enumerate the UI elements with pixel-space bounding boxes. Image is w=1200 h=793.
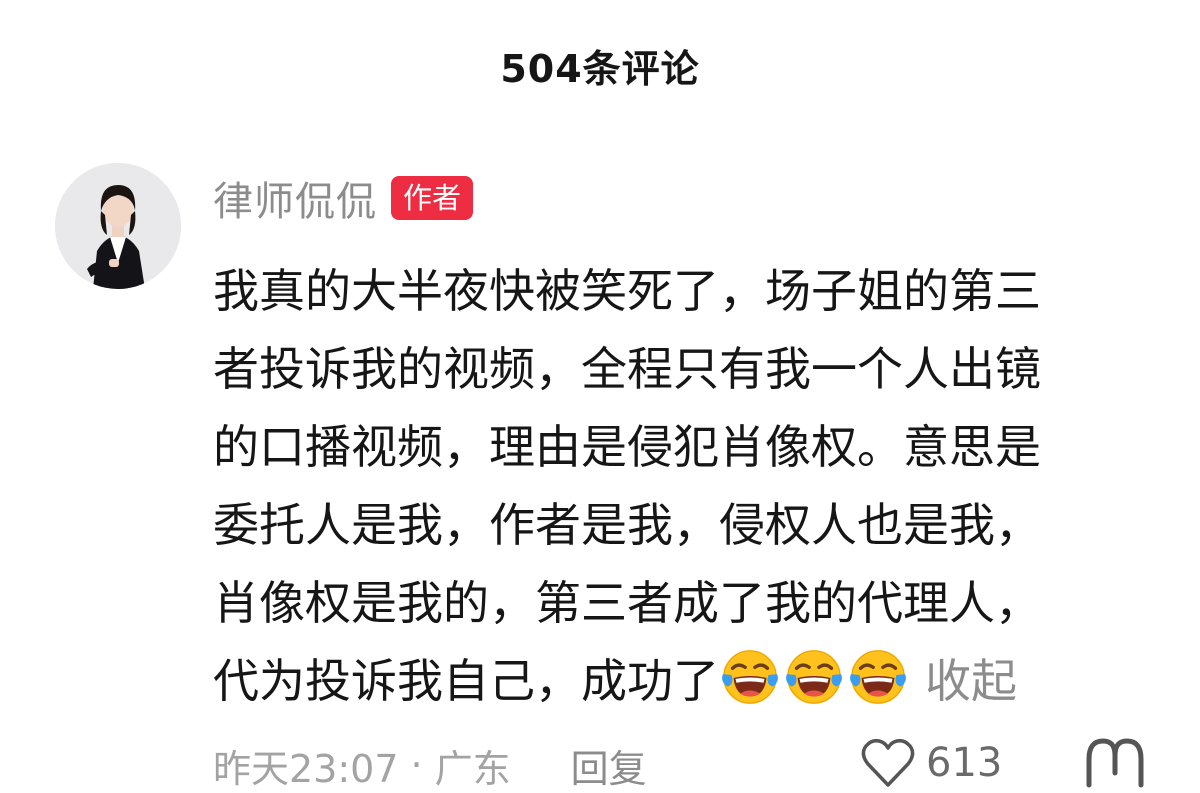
comment-line: 委托人是我，作者是我，侵权人也是我， (213, 498, 1041, 552)
tears-of-joy-emoji-icon (786, 650, 842, 704)
comment-line-text: 代为投诉我自己，成功了 (213, 654, 719, 708)
like-button[interactable]: 613 (860, 733, 1002, 793)
tears-of-joy-emoji-icon (850, 650, 906, 704)
tears-of-joy-emoji-icon (722, 650, 778, 704)
meta-separator: · (410, 743, 423, 787)
avatar-portrait-image (55, 163, 181, 289)
comment-time: 昨天23:07 (213, 746, 399, 791)
avatar[interactable] (55, 163, 181, 289)
like-count: 613 (926, 740, 1003, 786)
author-badge: 作者 (391, 176, 474, 220)
comment-line: 的口播视频，理由是侵犯肖像权。意思是 (213, 420, 1041, 474)
comment-line: 者投诉我的视频，全程只有我一个人出镜 (213, 342, 1041, 396)
comment-last-line: 代为投诉我自己，成功了 收起 (213, 642, 1173, 720)
collapse-button[interactable]: 收起 (925, 654, 1017, 708)
comment-location: 广东 (434, 746, 511, 791)
heart-outline-icon (861, 738, 915, 787)
comment-author-row: 律师侃侃 作者 (213, 169, 474, 227)
thumbs-down-icon[interactable] (1083, 733, 1147, 793)
comment-line: 我真的大半夜快被笑死了，场子姐的第三 (213, 264, 1041, 318)
comment-text: 我真的大半夜快被笑死了，场子姐的第三 者投诉我的视频，全程只有我一个人出镜 的口… (213, 252, 1173, 720)
comment-meta-row: 昨天23:07 · 广东 回复 (213, 738, 647, 793)
author-name[interactable]: 律师侃侃 (213, 169, 377, 227)
reply-button[interactable]: 回复 (571, 738, 647, 793)
comment-line: 肖像权是我的，第三者成了我的代理人， (213, 576, 1041, 630)
comments-count-title: 504条评论 (500, 47, 700, 91)
